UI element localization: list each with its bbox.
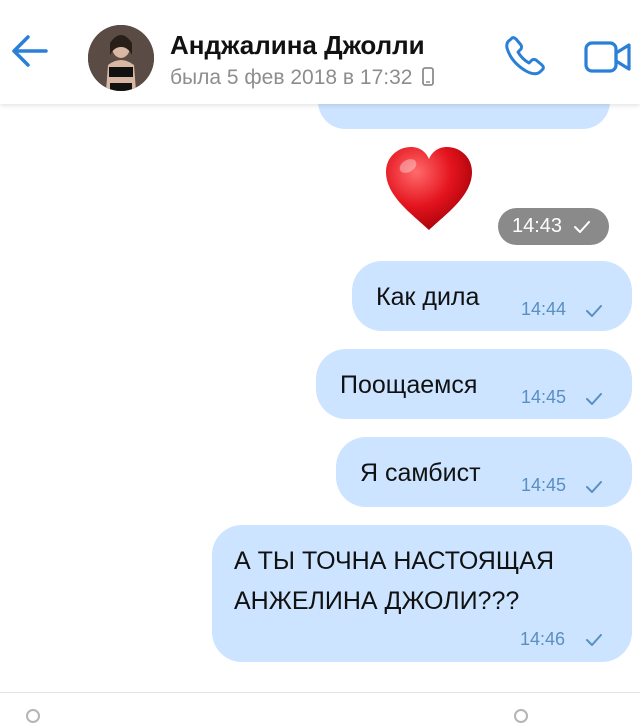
sticker-message[interactable]	[382, 144, 476, 234]
message-text: Поощаемся	[340, 371, 478, 399]
composer-bar	[0, 693, 640, 723]
check-icon	[586, 634, 602, 646]
voice-call-button[interactable]	[502, 34, 550, 78]
red-heart-icon	[386, 147, 472, 230]
last-seen-text: была 5 фев 2018 в 17:32	[170, 66, 413, 89]
arrow-left-icon	[12, 35, 48, 67]
message-time: 14:45	[521, 475, 567, 495]
video-camera-icon	[584, 41, 631, 73]
message-bubble[interactable]: Я самбист 14:45	[336, 437, 632, 507]
chat-header: Анджалина Джолли была 5 фев 2018 в 17:32	[0, 0, 640, 104]
message-bubble[interactable]: Как дила 14:44	[352, 261, 632, 331]
contact-name[interactable]: Анджалина Джолли	[170, 30, 425, 61]
message-time: 14:45	[521, 387, 567, 407]
check-icon	[586, 305, 602, 317]
message-time: 14:46	[520, 629, 566, 649]
contact-avatar[interactable]	[88, 25, 154, 91]
video-call-button[interactable]	[583, 38, 633, 76]
message-text: Как дила	[376, 283, 480, 311]
message-list[interactable]: 14:43 Как дила 14:44 Поощаемся 14:45 Я с…	[0, 74, 640, 690]
attach-icon[interactable]	[26, 709, 40, 723]
mobile-device-icon	[422, 67, 435, 86]
back-button[interactable]	[6, 28, 52, 74]
message-bubble[interactable]: А ТЫ ТОЧНА НАСТОЯЩАЯ АНЖЕЛИНА ДЖОЛИ??? 1…	[212, 525, 632, 662]
message-text-line-1: А ТЫ ТОЧНА НАСТОЯЩАЯ	[234, 547, 555, 575]
message-text-line-2: АНЖЕЛИНА ДЖОЛИ???	[234, 587, 520, 615]
avatar-photo	[88, 25, 154, 91]
message-text: Я самбист	[360, 459, 481, 487]
sticker-time: 14:43	[512, 215, 563, 237]
sticker-time-badge: 14:43	[498, 208, 609, 245]
check-icon	[586, 393, 602, 405]
message-time: 14:44	[521, 299, 567, 319]
last-seen-status: была 5 фев 2018 в 17:32	[170, 66, 435, 90]
message-bubble[interactable]: Поощаемся 14:45	[316, 349, 632, 419]
check-icon	[574, 221, 590, 233]
phone-icon	[505, 36, 545, 76]
check-icon	[586, 481, 602, 493]
emoji-icon[interactable]	[514, 709, 528, 723]
